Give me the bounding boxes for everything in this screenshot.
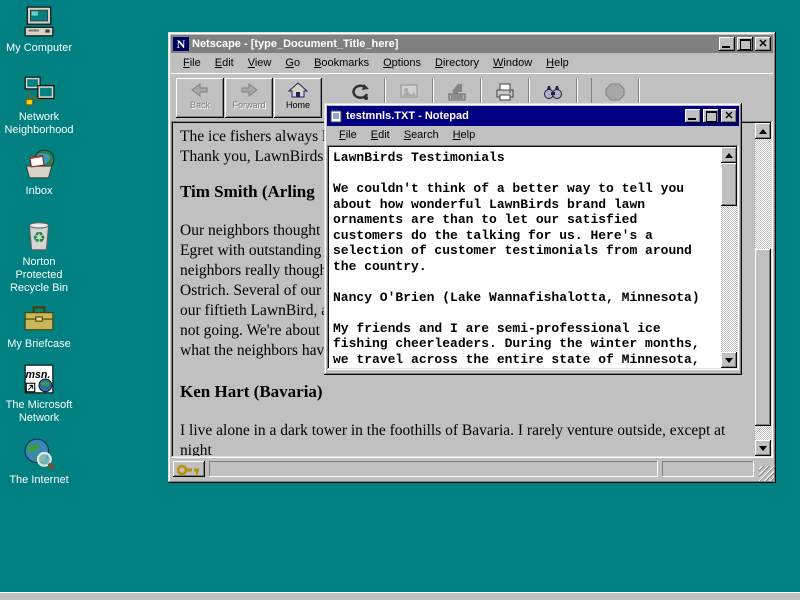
home-button[interactable]: Home: [274, 78, 322, 118]
desktop-icon-norton-recycle-bin[interactable]: ♻ Norton Protected Recycle Bin: [2, 219, 76, 295]
scroll-up-button[interactable]: [721, 147, 737, 163]
taskbar-edge[interactable]: [0, 592, 800, 600]
desktop-icon-label: Network Neighborhood: [2, 111, 76, 137]
stop-icon: [604, 82, 626, 102]
desktop-icon-label: The Microsoft Network: [2, 399, 76, 425]
maximize-button[interactable]: [737, 37, 753, 51]
maximize-button[interactable]: [703, 109, 719, 123]
desktop-icon-inbox[interactable]: Inbox: [2, 148, 76, 198]
close-button[interactable]: ✕: [721, 109, 737, 123]
progress-field: [662, 461, 754, 477]
open-location-icon: [446, 82, 468, 102]
security-panel[interactable]: [173, 461, 205, 477]
menu-edit[interactable]: Edit: [364, 127, 397, 143]
netscape-vertical-scrollbar[interactable]: [755, 123, 771, 456]
netscape-titlebar[interactable]: N Netscape - [type_Document_Title_here] …: [171, 35, 773, 53]
scrollbar-thumb[interactable]: [721, 163, 737, 206]
menu-window[interactable]: Window: [486, 55, 539, 71]
desktop-icon-label: The Internet: [2, 474, 76, 487]
svg-text:♻: ♻: [32, 228, 45, 246]
notepad-titlebar[interactable]: testmnls.TXT - Notepad ✕: [327, 106, 739, 126]
page-paragraph: I live alone in a dark tower in the foot…: [180, 421, 755, 456]
desktop-icon-msn[interactable]: msn. The Microsoft Network: [2, 362, 76, 425]
netscape-app-icon: N: [173, 37, 189, 51]
status-text-field: [209, 461, 658, 477]
desktop-icon-label: Inbox: [2, 185, 76, 198]
forward-button-label: Forward: [232, 100, 265, 110]
back-button[interactable]: Back: [176, 78, 224, 118]
network-neighborhood-icon: [22, 74, 56, 108]
resize-grip[interactable]: [759, 466, 774, 481]
my-computer-icon: [22, 5, 56, 39]
desktop-icon-label: My Computer: [2, 42, 76, 55]
notepad-window-title: testmnls.TXT - Notepad: [346, 110, 682, 122]
recycle-bin-icon: ♻: [22, 219, 56, 253]
scroll-up-button[interactable]: [755, 123, 771, 139]
netscape-menubar: File Edit View Go Bookmarks Options Dire…: [171, 53, 773, 73]
notepad-menubar: File Edit Search Help: [327, 126, 739, 144]
close-button[interactable]: ✕: [755, 37, 771, 51]
netscape-window-title: Netscape - [type_Document_Title_here]: [192, 38, 716, 50]
desktop-icon-network-neighborhood[interactable]: Network Neighborhood: [2, 74, 76, 137]
notepad-window: testmnls.TXT - Notepad ✕ File Edit Searc…: [324, 103, 742, 375]
back-button-label: Back: [190, 100, 210, 110]
reload-icon: [350, 82, 372, 102]
find-binoculars-icon: [542, 82, 564, 102]
scrollbar-thumb[interactable]: [755, 249, 771, 426]
home-icon: [287, 81, 309, 99]
menu-options[interactable]: Options: [376, 55, 428, 71]
menu-go[interactable]: Go: [278, 55, 307, 71]
notepad-vertical-scrollbar[interactable]: [721, 147, 737, 368]
menu-help[interactable]: Help: [539, 55, 576, 71]
scroll-down-button[interactable]: [721, 352, 737, 368]
menu-file[interactable]: File: [332, 127, 364, 143]
menu-search[interactable]: Search: [397, 127, 446, 143]
forward-button[interactable]: Forward: [225, 78, 273, 118]
menu-help[interactable]: Help: [446, 127, 483, 143]
desktop-icon-my-briefcase[interactable]: My Briefcase: [2, 301, 76, 351]
notepad-document-text[interactable]: LawnBirds Testimonials We couldn't think…: [329, 147, 721, 368]
scroll-down-button[interactable]: [755, 440, 771, 456]
menu-file[interactable]: File: [176, 55, 208, 71]
forward-arrow-icon: [238, 81, 260, 99]
menu-view[interactable]: View: [241, 55, 279, 71]
images-icon: [398, 82, 420, 102]
briefcase-icon: [22, 301, 56, 335]
minimize-button[interactable]: [685, 109, 701, 123]
menu-directory[interactable]: Directory: [428, 55, 486, 71]
menu-bookmarks[interactable]: Bookmarks: [307, 55, 376, 71]
msn-icon: msn.: [22, 362, 56, 396]
menu-edit[interactable]: Edit: [208, 55, 241, 71]
desktop-icon-the-internet[interactable]: The Internet: [2, 437, 76, 487]
netscape-statusbar: [171, 458, 773, 480]
desktop-icon-label: Norton Protected Recycle Bin: [2, 256, 76, 295]
page-heading-ken-hart: Ken Hart (Bavaria): [180, 382, 755, 402]
home-button-label: Home: [286, 100, 310, 110]
notepad-text-area: LawnBirds Testimonials We couldn't think…: [327, 145, 739, 370]
inbox-icon: [22, 148, 56, 182]
desktop-icon-my-computer[interactable]: My Computer: [2, 5, 76, 55]
internet-globe-icon: [22, 437, 56, 471]
desktop-icon-label: My Briefcase: [2, 338, 76, 351]
minimize-button[interactable]: [719, 37, 735, 51]
print-icon: [494, 82, 516, 102]
back-arrow-icon: [189, 81, 211, 99]
broken-key-icon: [177, 463, 201, 475]
notepad-app-icon: [329, 109, 343, 123]
